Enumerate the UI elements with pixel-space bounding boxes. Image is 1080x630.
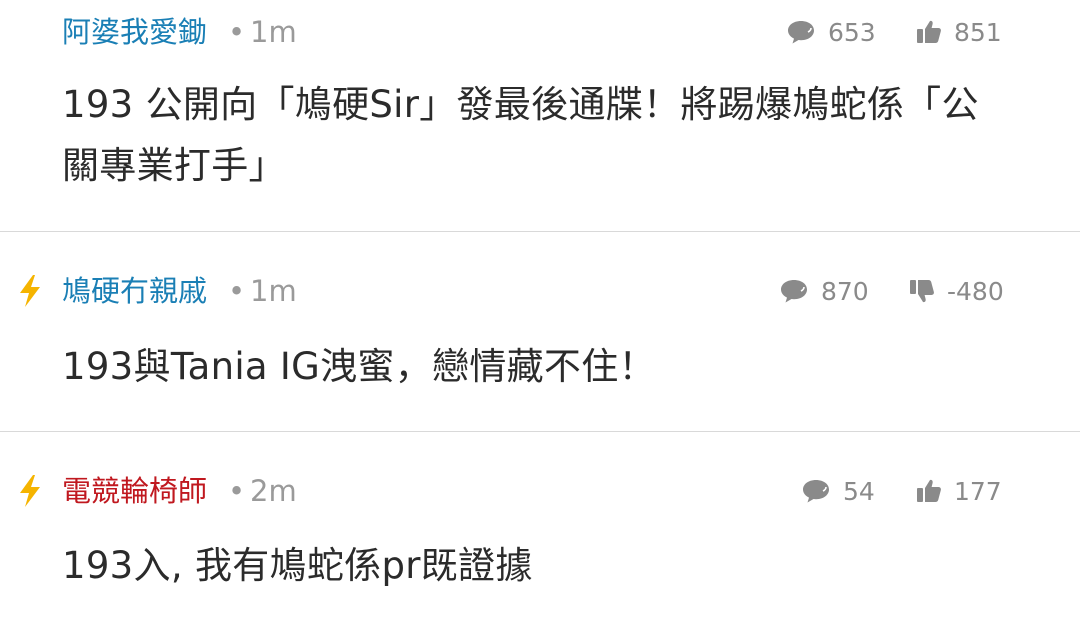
- author-name[interactable]: 阿婆我愛鋤: [62, 12, 207, 52]
- thread-meta: 鳩硬冇親戚 • 1m 870 -480: [0, 271, 1080, 311]
- thread-title[interactable]: 193 公開向「鳩硬Sir」發最後通牒！將踢爆鳩蛇係「公關專業打手」: [62, 74, 1012, 196]
- author-name[interactable]: 鳩硬冇親戚: [62, 271, 207, 311]
- thread-item[interactable]: 阿婆我愛鋤 • 1m 653 851 193 公開向「鳩硬Sir」發最後通牒！將…: [0, 0, 1080, 232]
- vote-count: -480: [909, 271, 1004, 311]
- thread-title[interactable]: 193與Tania IG洩蜜，戀情藏不住！: [62, 336, 1012, 397]
- post-time: 1m: [250, 15, 297, 49]
- lightning-icon: [20, 275, 40, 307]
- reply-count: 653: [786, 12, 876, 52]
- thumbs-down-icon: [910, 280, 934, 303]
- thumbs-up-icon: [917, 479, 941, 502]
- vote-count: 851: [916, 12, 1002, 52]
- meta-separator: •: [228, 474, 246, 508]
- post-time: 1m: [250, 274, 297, 308]
- thread-meta: 電競輪椅師 • 2m 54 177: [0, 471, 1080, 511]
- comment-icon: [781, 280, 807, 303]
- vote-count-value: -480: [947, 276, 1004, 306]
- author-name[interactable]: 電競輪椅師: [62, 471, 207, 511]
- vote-count: 177: [916, 471, 1002, 511]
- vote-count-value: 177: [954, 476, 1002, 506]
- comment-icon: [803, 480, 829, 503]
- reply-count-value: 870: [821, 276, 869, 306]
- vote-count-value: 851: [954, 17, 1002, 47]
- thread-item[interactable]: 鳩硬冇親戚 • 1m 870 -480 193與Tania IG洩蜜，戀情藏不住…: [0, 232, 1080, 432]
- thread-item[interactable]: 電競輪椅師 • 2m 54 177 193入, 我有鳩蛇係pr既證據: [0, 432, 1080, 630]
- comment-icon: [788, 21, 814, 44]
- lightning-icon: [20, 475, 40, 507]
- reply-count: 870: [779, 271, 869, 311]
- post-time: 2m: [250, 474, 297, 508]
- meta-separator: •: [228, 274, 246, 308]
- thumbs-up-icon: [917, 20, 941, 43]
- reply-count-value: 54: [843, 476, 875, 506]
- thread-title[interactable]: 193入, 我有鳩蛇係pr既證據: [62, 535, 1012, 596]
- reply-count-value: 653: [828, 17, 876, 47]
- reply-count: 54: [801, 471, 875, 511]
- meta-separator: •: [228, 15, 246, 49]
- thread-meta: 阿婆我愛鋤 • 1m 653 851: [0, 12, 1080, 52]
